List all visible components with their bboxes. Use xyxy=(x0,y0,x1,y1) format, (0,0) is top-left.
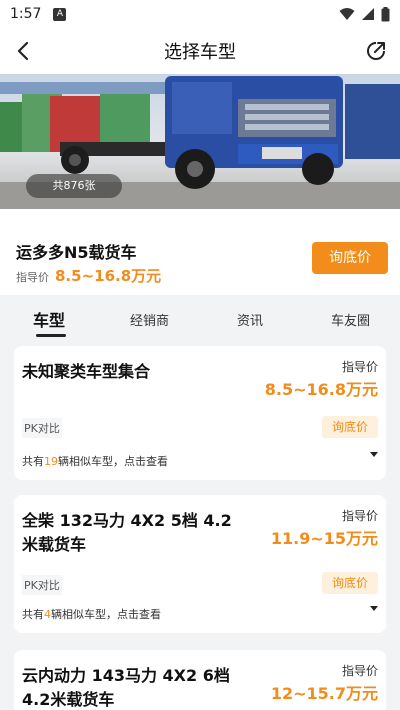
price-value: 8.5~16.8万元 xyxy=(55,267,162,285)
notification-app-icon: A xyxy=(53,7,67,21)
tab-news[interactable]: 资讯 xyxy=(237,310,263,329)
model-card[interactable]: 未知聚类车型集合 指导价 8.5~16.8万元 PK对比 询底价 共有19辆相似… xyxy=(14,346,386,480)
status-icons xyxy=(339,6,390,22)
signal-icon xyxy=(362,8,374,20)
pk-compare-button[interactable]: PK对比 xyxy=(22,418,62,438)
card-model-name: 未知聚类车型集合 xyxy=(22,362,151,381)
photo-count-badge[interactable]: 共876张 xyxy=(26,174,122,198)
similar-models-link[interactable]: 共有19辆相似车型，点击查看 xyxy=(22,453,168,469)
similar-suffix: 辆相似车型，点击查看 xyxy=(58,455,168,468)
status-bar: 1:57 A xyxy=(0,0,400,28)
back-arrow-icon[interactable] xyxy=(12,39,36,63)
tab-dealers[interactable]: 经销商 xyxy=(130,310,169,329)
similar-prefix: 共有 xyxy=(22,455,44,468)
similar-count: 19 xyxy=(44,455,58,468)
chevron-down-icon[interactable] xyxy=(370,606,378,611)
model-card[interactable]: 全柴 132马力 4X2 5档 4.2米载货车 指导价 11.9~15万元 PK… xyxy=(14,495,386,633)
similar-count: 4 xyxy=(44,608,51,621)
active-tab-indicator xyxy=(36,334,66,337)
card-model-name: 全柴 132马力 4X2 5档 4.2米载货车 xyxy=(22,511,232,554)
tab-bar: 车型 经销商 资讯 车友圈 xyxy=(0,295,400,341)
inquiry-button[interactable]: 询底价 xyxy=(312,242,388,274)
battery-icon xyxy=(381,6,390,21)
similar-prefix: 共有 xyxy=(22,608,44,621)
card-guide-price: 11.9~15万元 xyxy=(270,529,378,548)
model-card[interactable]: 云内动力 143马力 4X2 6档 4.2米载货车 指导价 12~15.7万元 xyxy=(14,650,386,710)
nav-bar: 选择车型 xyxy=(0,28,400,74)
price-row: 指导价 8.5~16.8万元 xyxy=(16,265,161,286)
similar-suffix: 辆相似车型，点击查看 xyxy=(51,608,161,621)
vehicle-photo[interactable]: 共876张 xyxy=(0,74,400,209)
card-inquiry-button[interactable]: 询底价 xyxy=(322,572,378,594)
vehicle-summary: 运多多N5载货车 指导价 8.5~16.8万元 询底价 xyxy=(0,209,400,295)
tab-models[interactable]: 车型 xyxy=(33,307,65,331)
price-label: 指导价 xyxy=(16,271,49,284)
card-model-name: 云内动力 143马力 4X2 6档 4.2米载货车 xyxy=(22,666,230,709)
wifi-icon xyxy=(339,8,355,20)
tab-community[interactable]: 车友圈 xyxy=(331,310,370,329)
card-guide-label: 指导价 xyxy=(341,360,378,374)
share-icon[interactable] xyxy=(364,39,388,63)
card-guide-price: 8.5~16.8万元 xyxy=(264,380,378,399)
similar-models-link[interactable]: 共有4辆相似车型，点击查看 xyxy=(22,606,161,622)
card-inquiry-button[interactable]: 询底价 xyxy=(322,416,378,438)
model-name: 运多多N5载货车 xyxy=(16,243,137,262)
card-guide-label: 指导价 xyxy=(341,664,378,678)
chevron-down-icon[interactable] xyxy=(370,452,378,457)
status-time: 1:57 xyxy=(10,6,42,22)
page-title: 选择车型 xyxy=(164,42,236,63)
pk-compare-button[interactable]: PK对比 xyxy=(22,575,62,595)
card-guide-price: 12~15.7万元 xyxy=(270,684,378,703)
card-guide-label: 指导价 xyxy=(341,509,378,523)
